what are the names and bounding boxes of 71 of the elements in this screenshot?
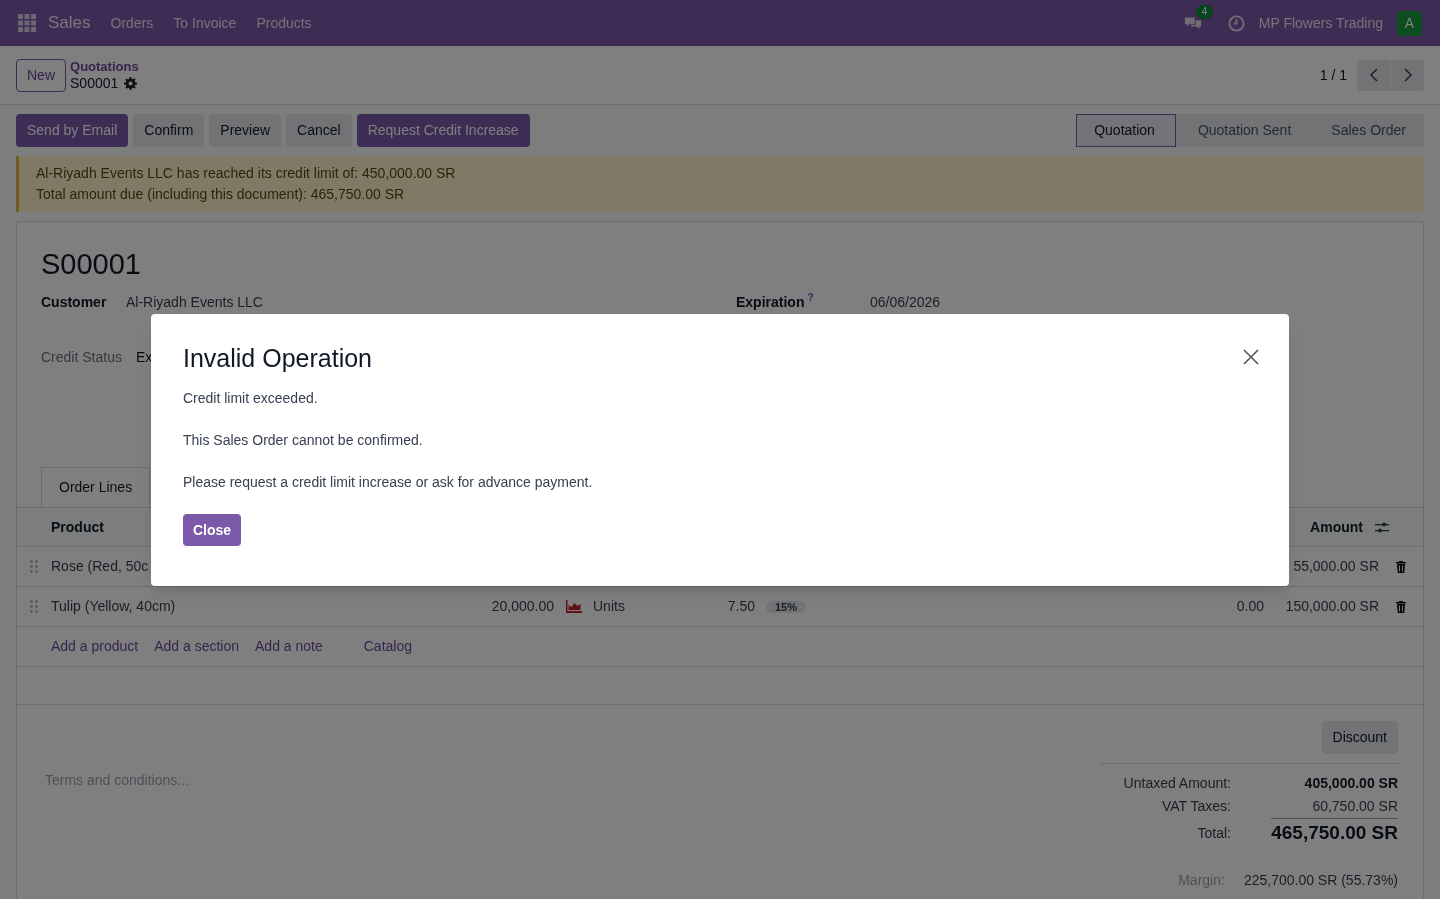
field-label: Customer — [41, 293, 108, 312]
table-cell: 0.00 — [1236, 598, 1264, 614]
status-stage[interactable]: Sales Order — [1309, 114, 1424, 147]
tab[interactable]: Order Lines — [41, 467, 151, 507]
total-value: 465,750.00 SR — [1271, 818, 1398, 848]
status-stage[interactable]: Quotation — [1076, 114, 1176, 147]
total-value: 60,750.00 SR — [1312, 797, 1398, 816]
margin-value: 225,700.00 SR (55.73%) — [1243, 871, 1398, 890]
record-name: S00001 — [70, 75, 119, 92]
tax-tag: 15% — [766, 601, 807, 613]
gear-icon[interactable] — [124, 77, 138, 90]
record-title: S00001 — [41, 247, 142, 282]
total-label: VAT Taxes: — [1161, 797, 1231, 816]
action-button[interactable]: Preview — [209, 114, 282, 147]
add-link[interactable]: Add a note — [255, 636, 323, 657]
message-count-badge: 4 — [1195, 5, 1214, 19]
chevron-left-icon[interactable] — [1368, 68, 1379, 82]
dialog-message: Please request a credit limit increase or ask for advance payment. — [183, 473, 594, 492]
nav-menu-item[interactable]: Products — [256, 12, 312, 34]
table-cell: 150,000.00 SR — [1285, 598, 1379, 614]
alert-text: Total amount due (including this document): 465,750.00 SR — [36, 185, 406, 204]
column-header: Product — [51, 517, 104, 537]
add-link[interactable]: Catalog — [363, 636, 412, 657]
add-link[interactable]: Add a section — [154, 636, 239, 657]
total-label: Untaxed Amount: — [1122, 774, 1231, 793]
add-link[interactable]: Add a product — [51, 636, 139, 657]
field-label: Credit Status — [41, 347, 123, 367]
table-cell: 55,000.00 SR — [1293, 558, 1379, 574]
delete-icon[interactable] — [1396, 560, 1406, 573]
action-button[interactable]: Request Credit Increase — [356, 114, 530, 147]
close-button[interactable]: Close — [183, 514, 242, 546]
dialog-title: Invalid Operation — [183, 343, 372, 374]
column-header: Amount — [1310, 517, 1363, 537]
dialog-message: Credit limit exceeded. — [183, 389, 319, 408]
clock-icon[interactable] — [1227, 14, 1245, 32]
breadcrumb-link[interactable]: Quotations — [70, 58, 139, 75]
company-name[interactable]: MP Flowers Trading — [1258, 12, 1383, 34]
action-button[interactable]: Cancel — [286, 114, 352, 147]
status-stage[interactable]: Quotation Sent — [1175, 114, 1310, 147]
table-cell: Units — [593, 598, 625, 614]
column-options-icon[interactable] — [1375, 520, 1389, 534]
field-label: Expiration — [736, 293, 805, 312]
delete-icon[interactable] — [1396, 600, 1406, 613]
table-cell: Tulip (Yellow, 40cm) — [51, 598, 176, 614]
next-button[interactable] — [1391, 59, 1424, 91]
total-value: 405,000.00 SR — [1304, 774, 1398, 793]
pager-value: 1 / 1 — [1319, 65, 1347, 85]
action-button[interactable]: Confirm — [133, 114, 205, 147]
table-cell: 7.50 — [727, 598, 755, 614]
apps-menu-icon[interactable] — [18, 14, 36, 32]
messages-icon[interactable] — [1183, 15, 1202, 31]
previous-button[interactable] — [1357, 59, 1390, 91]
field-value: Al-Riyadh Events LLC — [126, 293, 264, 312]
new-button[interactable]: New — [16, 58, 66, 92]
chevron-right-icon[interactable] — [1402, 68, 1413, 82]
action-button[interactable]: Send by Email — [16, 114, 129, 147]
table-cell: Rose (Red, 50c — [51, 558, 149, 574]
discount-button[interactable]: Discount — [1321, 721, 1398, 754]
help-icon[interactable]: ? — [807, 292, 814, 304]
nav-menu-item[interactable]: To Invoice — [173, 12, 237, 34]
dialog-message: This Sales Order cannot be confirmed. — [183, 431, 424, 450]
field-value: Ex — [136, 347, 153, 367]
alert-text: Al-Riyadh Events LLC has reached its credit limit of: 450,000.00 SR — [36, 164, 457, 183]
forecast-chart-icon[interactable] — [565, 600, 582, 613]
nav-menu-item[interactable]: Orders — [110, 12, 154, 34]
user-avatar[interactable]: A — [1397, 10, 1422, 36]
app-name[interactable]: Sales — [48, 10, 91, 36]
close-icon[interactable] — [1243, 349, 1259, 365]
total-label: Total: — [1196, 823, 1231, 843]
table-cell: 20,000.00 — [491, 598, 554, 614]
field-value: 06/06/2026 — [870, 293, 941, 312]
